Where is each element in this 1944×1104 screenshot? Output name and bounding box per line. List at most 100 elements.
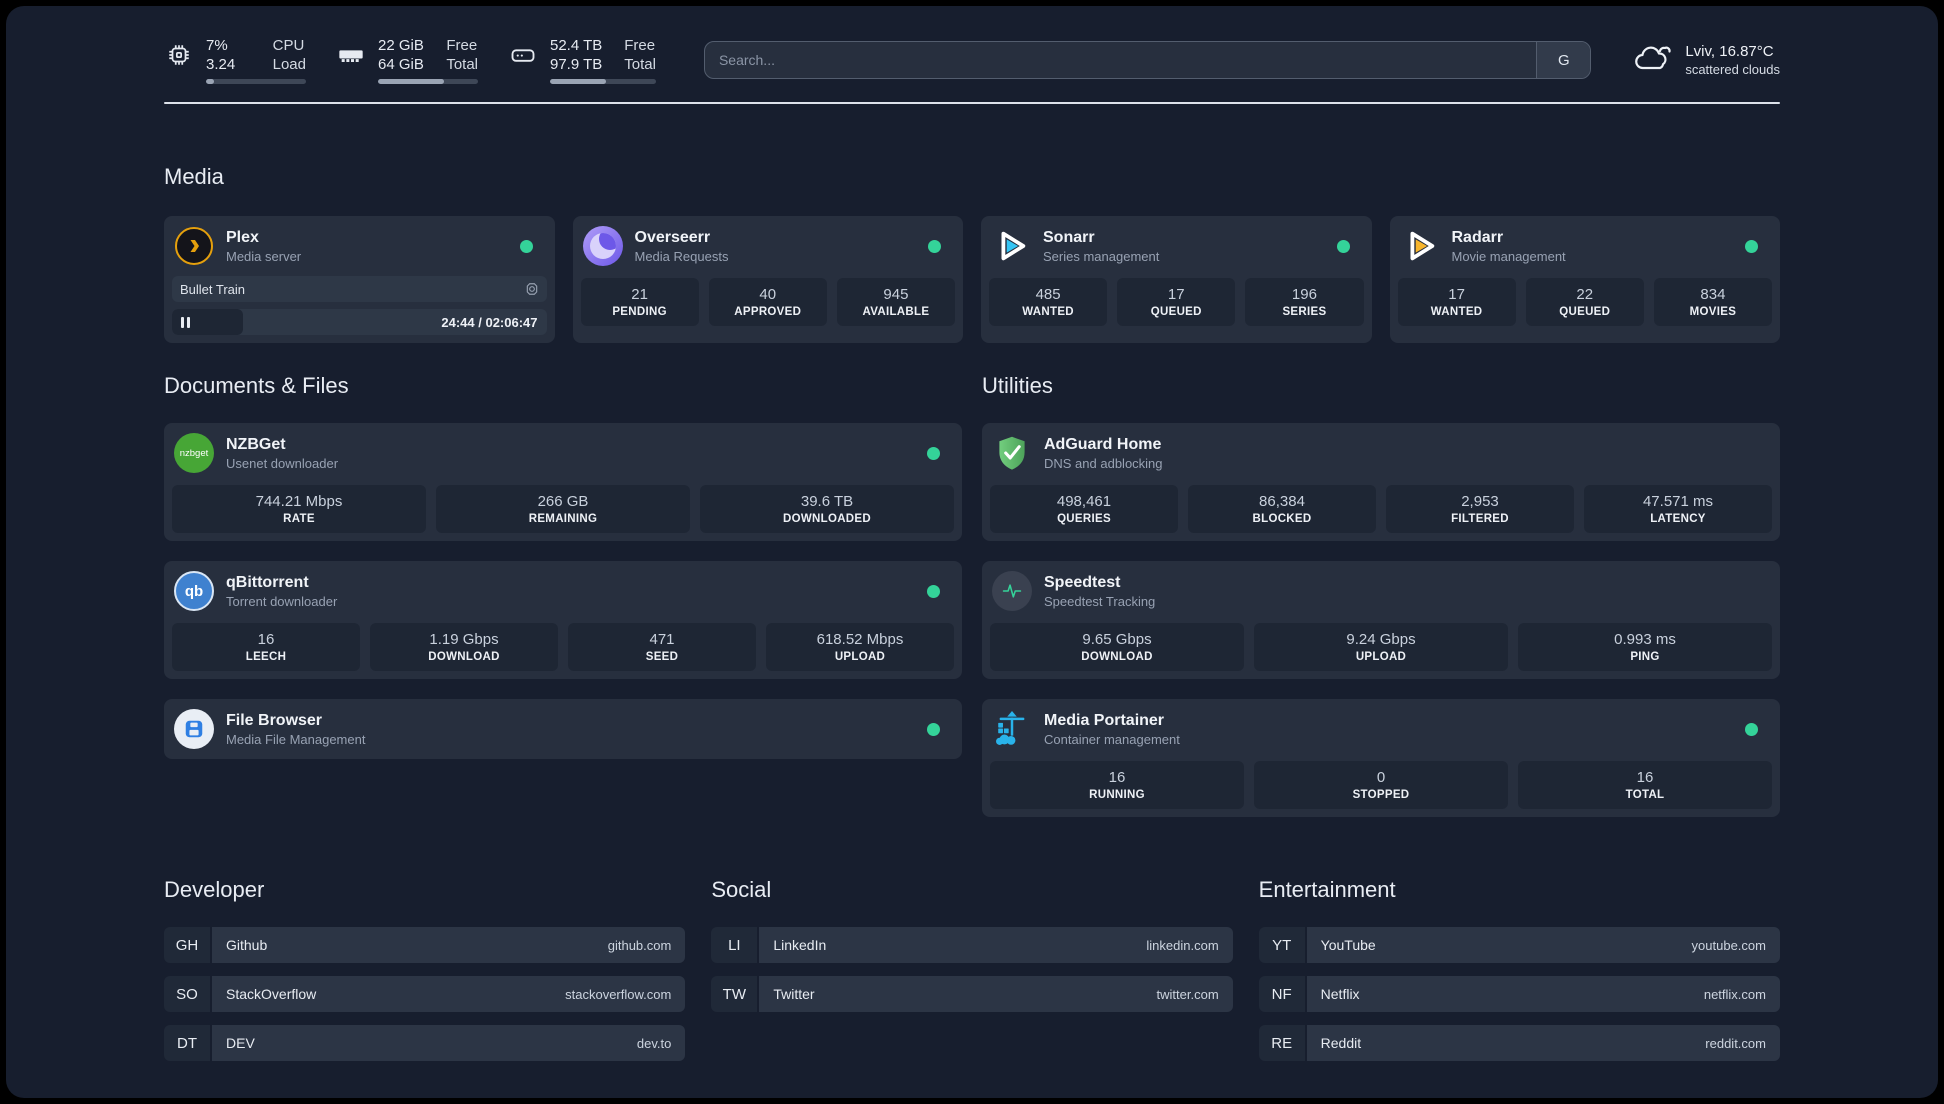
- disk-total-label: Total: [624, 56, 656, 73]
- section-title-media: Media: [164, 164, 224, 189]
- bookmark-abbr: YT: [1258, 927, 1305, 963]
- speedtest-icon: [992, 571, 1032, 611]
- nzbget-icon: nzbget: [174, 433, 214, 473]
- status-dot: [928, 239, 941, 253]
- stat-label: BLOCKED: [1252, 513, 1312, 525]
- bookmark-reddit[interactable]: RE Reddit reddit.com: [1258, 1025, 1780, 1061]
- now-playing-title: Bullet Train: [180, 281, 246, 297]
- status-dot: [1336, 239, 1350, 253]
- stat-label: DOWNLOAD: [428, 651, 500, 663]
- disk-free: 52.4 TB: [550, 37, 603, 54]
- section-title-developer: Developer: [164, 877, 265, 902]
- service-card-filebrowser[interactable]: File Browser Media File Management: [164, 699, 962, 759]
- service-card-radarr[interactable]: Radarr Movie management 17 WANTED 22 QUE…: [1389, 216, 1780, 343]
- service-name: Media Portainer: [1044, 711, 1165, 729]
- stat-value: 21: [631, 286, 648, 303]
- memory-free: 22 GiB: [378, 37, 424, 54]
- cpu-widget: 7% 3.24 CPU Load: [164, 36, 306, 84]
- sonarr-icon: [991, 226, 1031, 266]
- cpu-load: 3.24: [206, 56, 236, 73]
- stat-value: 744.21 Mbps: [255, 493, 343, 510]
- stat-label: RUNNING: [1089, 789, 1145, 801]
- stat-label: WANTED: [1430, 306, 1483, 318]
- stat-value: 17: [1167, 286, 1185, 303]
- service-name: NZBGet: [226, 435, 286, 453]
- bookmark-abbr: TW: [711, 976, 758, 1012]
- cpu-progress-bar: [206, 79, 306, 84]
- stat-value: 196: [1291, 286, 1317, 303]
- service-description: Torrent downloader: [226, 593, 338, 609]
- bookmark-youtube[interactable]: YT YouTube youtube.com: [1258, 927, 1780, 963]
- memory-widget: 22 GiB 64 GiB Free Total: [336, 36, 478, 84]
- service-name: Radarr: [1451, 228, 1504, 246]
- bookmark-name: YouTube: [1320, 937, 1376, 953]
- stat-value: 40: [759, 286, 777, 303]
- service-card-sonarr[interactable]: Sonarr Series management 485 WANTED 17 Q…: [981, 216, 1372, 343]
- bookmark-linkedin[interactable]: LI LinkedIn linkedin.com: [711, 927, 1233, 963]
- stat-box: 22 QUEUED: [1525, 278, 1644, 326]
- cpu-load-label: Load: [272, 56, 306, 73]
- stat-label: AVAILABLE: [862, 306, 930, 318]
- service-description: Speedtest Tracking: [1044, 593, 1156, 609]
- section-title-social: Social: [711, 877, 772, 902]
- stat-box: 1.19 Gbps DOWNLOAD: [370, 623, 558, 671]
- service-card-nzbget[interactable]: nzbget NZBGet Usenet downloader 744.21 M…: [164, 423, 962, 541]
- bookmark-stackoverflow[interactable]: SO StackOverflow stackoverflow.com: [164, 976, 686, 1012]
- bookmark-url: stackoverflow.com: [565, 986, 672, 1002]
- stat-value: 834: [1700, 286, 1726, 303]
- service-card-overseerr[interactable]: Overseerr Media Requests 21 PENDING 40 A…: [572, 216, 963, 343]
- service-description: Movie management: [1451, 248, 1566, 264]
- search-input[interactable]: [704, 42, 1537, 78]
- service-card-portainer[interactable]: Media Portainer Container management 16 …: [982, 699, 1780, 817]
- bookmark-url: youtube.com: [1691, 937, 1766, 953]
- service-name: Overseerr: [634, 228, 711, 246]
- pause-icon: [181, 316, 190, 328]
- service-description: Container management: [1044, 731, 1180, 747]
- stat-value: 266 GB: [537, 493, 589, 510]
- playback-time: 24:44 / 02:06:47: [441, 314, 538, 330]
- cpu-label: CPU: [272, 37, 305, 54]
- stat-box: 16 RUNNING: [990, 761, 1244, 809]
- status-dot: [519, 239, 533, 253]
- stat-label: SERIES: [1282, 306, 1327, 318]
- overseerr-icon: [582, 226, 623, 266]
- stat-label: QUEUED: [1150, 306, 1202, 318]
- bookmark-url: github.com: [607, 937, 672, 953]
- stat-box: 47.571 ms LATENCY: [1584, 485, 1772, 533]
- service-card-qbittorrent[interactable]: qb qBittorrent Torrent downloader 16 LEE…: [164, 561, 962, 679]
- service-description: Media File Management: [226, 731, 366, 747]
- stat-label: LEECH: [245, 651, 287, 663]
- search-provider-button[interactable]: G: [1536, 42, 1591, 78]
- service-description: Series management: [1043, 248, 1160, 264]
- service-description: Media Requests: [634, 248, 729, 264]
- bookmark-netflix[interactable]: NF Netflix netflix.com: [1258, 976, 1780, 1012]
- bookmark-github[interactable]: GH Github github.com: [164, 927, 686, 963]
- bookmark-name: StackOverflow: [226, 986, 317, 1002]
- adguard-icon: [992, 433, 1032, 473]
- status-dot: [1745, 239, 1758, 253]
- service-card-adguard[interactable]: AdGuard Home DNS and adblocking 498,461 …: [982, 423, 1780, 541]
- section-title-entertainment: Entertainment: [1258, 877, 1396, 902]
- stat-label: UPLOAD: [1355, 651, 1407, 663]
- stat-label: PENDING: [612, 306, 667, 318]
- bookmark-url: linkedin.com: [1146, 937, 1219, 953]
- dashboard: 7% 3.24 CPU Load 22 GiB 64 GiB Free Tota…: [6, 6, 1938, 1098]
- bookmark-twitter[interactable]: TW Twitter twitter.com: [711, 976, 1233, 1012]
- stat-value: 86,384: [1259, 493, 1305, 510]
- stat-box: 471 SEED: [568, 623, 756, 671]
- service-card-plex[interactable]: Plex Media server Bullet Train 24:44 / 0…: [164, 216, 555, 343]
- stat-box: 16 LEECH: [172, 623, 360, 671]
- stat-value: 1.19 Gbps: [429, 631, 499, 648]
- plex-icon: [174, 226, 214, 266]
- stat-value: 945: [883, 286, 909, 303]
- bookmark-dev[interactable]: DT DEV dev.to: [164, 1025, 686, 1061]
- stat-label: REMAINING: [528, 513, 598, 525]
- service-name: Plex: [226, 228, 259, 246]
- service-name: File Browser: [226, 711, 323, 729]
- cpu-icon: [164, 38, 194, 72]
- stat-box: 17 WANTED: [1397, 278, 1516, 326]
- service-card-speedtest[interactable]: Speedtest Speedtest Tracking 9.65 Gbps D…: [982, 561, 1780, 679]
- weather-condition: scattered clouds: [1685, 62, 1780, 77]
- hard-drive-icon: [508, 38, 538, 72]
- stat-box: 266 GB REMAINING: [436, 485, 690, 533]
